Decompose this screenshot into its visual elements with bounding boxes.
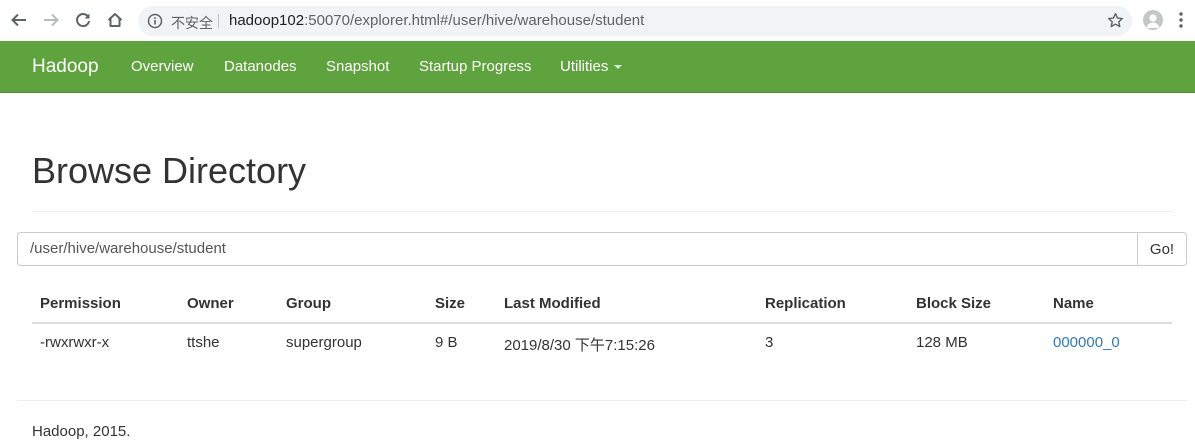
col-header-last-modified[interactable]: Last Modified [504,295,601,312]
cell-permission: -rwxrwxr-x [40,334,110,351]
profile-avatar-icon[interactable] [1143,10,1163,30]
nav-overview[interactable]: Overview [131,58,194,75]
forward-arrow-icon[interactable] [40,9,62,31]
browser-toolbar: 不安全 hadoop102:50070/explorer.html#/user/… [0,0,1195,42]
url-host: hadoop102 [229,12,305,29]
col-header-block-size[interactable]: Block Size [916,295,991,312]
cell-group: supergroup [286,334,362,351]
title-divider [32,211,1172,212]
cell-block-size: 128 MB [916,334,968,351]
col-header-group[interactable]: Group [286,295,331,312]
cell-replication: 3 [765,334,774,351]
url-text: hadoop102:50070/explorer.html#/user/hive… [229,12,644,29]
col-header-size[interactable]: Size [435,295,465,312]
caret-down-icon [614,65,623,70]
col-header-permission[interactable]: Permission [40,295,121,312]
directory-path-input[interactable]: /user/hive/warehouse/student [17,232,1138,266]
brand-link[interactable]: Hadoop [32,56,99,78]
page-title: Browse Directory [32,150,307,191]
info-icon[interactable] [147,13,163,34]
back-arrow-icon[interactable] [8,9,30,31]
col-header-owner[interactable]: Owner [187,295,234,312]
nav-startup-progress[interactable]: Startup Progress [419,58,532,75]
cell-owner: ttshe [187,334,220,351]
url-path: :50070/explorer.html#/user/hive/warehous… [304,12,645,29]
col-header-replication[interactable]: Replication [765,295,846,312]
cell-name-link[interactable]: 000000_0 [1053,334,1120,351]
nav-datanodes[interactable]: Datanodes [224,58,297,75]
top-navbar: Hadoop Overview Datanodes Snapshot Start… [0,41,1195,93]
nav-snapshot[interactable]: Snapshot [326,58,389,75]
security-status: 不安全 [171,16,213,32]
address-separator [218,14,219,28]
address-bar[interactable]: 不安全 hadoop102:50070/explorer.html#/user/… [138,6,1132,36]
nav-utilities-label: Utilities [560,58,609,75]
cell-size: 9 B [435,334,458,351]
nav-utilities-dropdown[interactable]: Utilities [560,58,623,75]
table-header-divider [32,322,1172,324]
home-icon[interactable] [104,9,126,31]
reload-icon[interactable] [72,9,94,31]
cell-last-modified: 2019/8/30 下午7:15:26 [504,337,655,354]
go-button[interactable]: Go! [1137,232,1187,266]
bookmark-star-icon[interactable] [1107,12,1124,34]
kebab-menu-icon[interactable] [1178,11,1184,34]
footer-divider [17,400,1187,401]
col-header-name[interactable]: Name [1053,295,1094,312]
footer-text: Hadoop, 2015. [32,423,131,440]
